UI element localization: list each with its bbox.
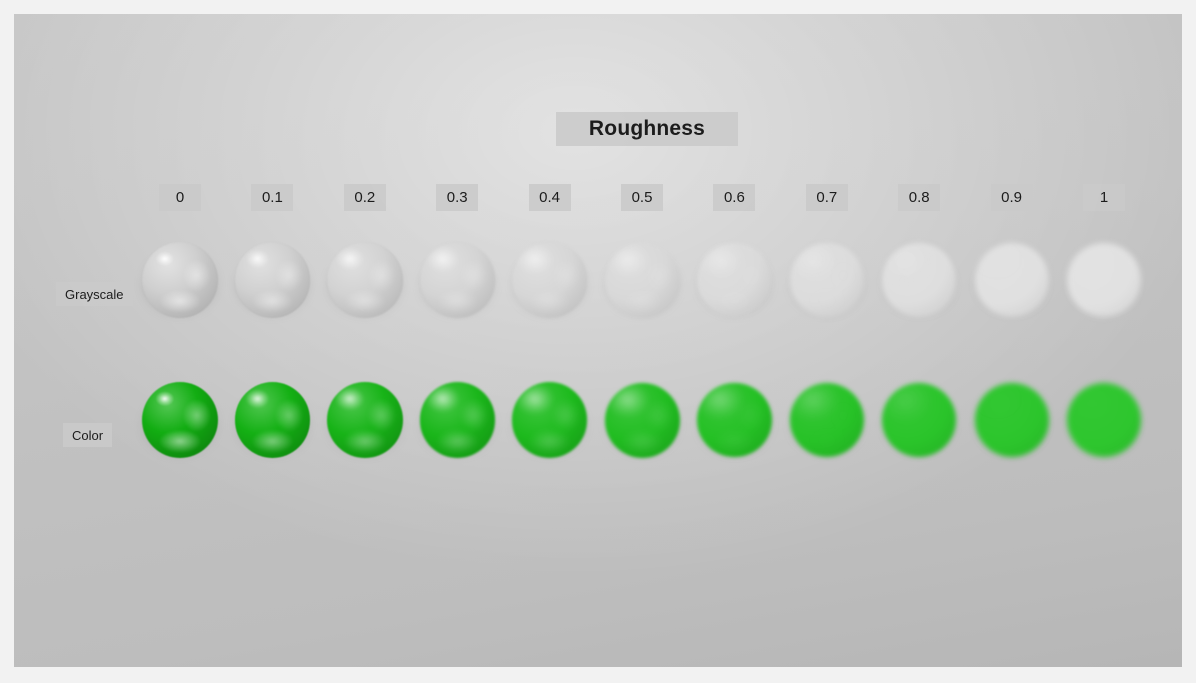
sphere-fresnel-rim [234,382,311,458]
sphere-fresnel-rim [142,382,218,458]
sphere-color-roughness-0-2[interactable] [327,382,403,458]
sphere-fresnel-rim [327,242,403,318]
page-title: Roughness [556,112,738,146]
sphere-color-roughness-0[interactable] [142,382,218,458]
roughness-material-preview: Roughness 0 0.1 0.2 0.3 0.4 0.5 0.6 0.7 0.8 0.9 1 … [0,0,1196,683]
sphere-color-roughness-0-1[interactable] [234,382,311,458]
sphere-fresnel-rim [604,242,680,318]
sphere-color-roughness-0-8[interactable] [882,382,957,458]
sphere-color-roughness-1[interactable] [1067,383,1141,457]
column-label-0-7: 0.7 [805,184,848,211]
column-label-0: 0 [159,184,201,211]
sphere-color-roughness-0-9[interactable] [974,382,1049,458]
sphere-grayscale-roughness-0[interactable] [142,242,218,318]
column-label-0-2: 0.2 [343,184,386,211]
sphere-fresnel-rim [882,242,957,318]
sphere-grayscale-roughness-0-3[interactable] [419,242,495,318]
column-label-0-5: 0.5 [621,184,663,211]
sphere-grayscale-roughness-1[interactable] [1067,243,1141,317]
column-label-0-3: 0.3 [436,184,479,211]
sphere-grayscale-roughness-0-8[interactable] [882,242,957,318]
sphere-fresnel-rim [234,242,311,318]
sphere-grayscale-roughness-0-1[interactable] [234,242,311,318]
column-label-0-6: 0.6 [713,184,756,211]
sphere-fresnel-rim [512,382,588,458]
sphere-color-roughness-0-3[interactable] [419,382,495,458]
sphere-grayscale-roughness-0-6[interactable] [697,242,772,318]
column-label-0-1: 0.1 [251,184,294,211]
sphere-color-roughness-0-6[interactable] [697,382,772,458]
sphere-fresnel-rim [419,242,495,318]
sphere-grayscale-roughness-0-7[interactable] [789,242,865,318]
sphere-fresnel-rim [1067,243,1141,317]
sphere-color-roughness-0-5[interactable] [604,382,680,458]
column-label-1: 1 [1083,184,1125,211]
sphere-grayscale-roughness-0-5[interactable] [604,242,680,318]
row-label-color: Color [63,423,113,447]
sphere-fresnel-rim [1067,383,1141,457]
sphere-fresnel-rim [142,242,218,318]
sphere-fresnel-rim [882,382,957,458]
sphere-fresnel-rim [789,242,865,318]
sphere-grayscale-roughness-0-2[interactable] [327,242,403,318]
row-label-grayscale: Grayscale [56,282,133,306]
sphere-color-roughness-0-7[interactable] [789,382,865,458]
sphere-fresnel-rim [327,382,403,458]
column-label-0-8: 0.8 [898,184,941,211]
sphere-fresnel-rim [697,382,772,458]
sphere-fresnel-rim [697,242,772,318]
sphere-color-roughness-0-4[interactable] [512,382,588,458]
column-label-0-4: 0.4 [528,184,571,211]
sphere-grayscale-roughness-0-4[interactable] [512,242,588,318]
column-label-0-9: 0.9 [990,184,1033,211]
sphere-fresnel-rim [512,242,588,318]
sphere-fresnel-rim [974,242,1049,318]
sphere-fresnel-rim [974,382,1049,458]
sphere-fresnel-rim [789,382,865,458]
sphere-grayscale-roughness-0-9[interactable] [974,242,1049,318]
sphere-fresnel-rim [604,382,680,458]
sphere-fresnel-rim [419,382,495,458]
render-canvas: Roughness 0 0.1 0.2 0.3 0.4 0.5 0.6 0.7 0.8 0.9 1 … [14,14,1182,667]
